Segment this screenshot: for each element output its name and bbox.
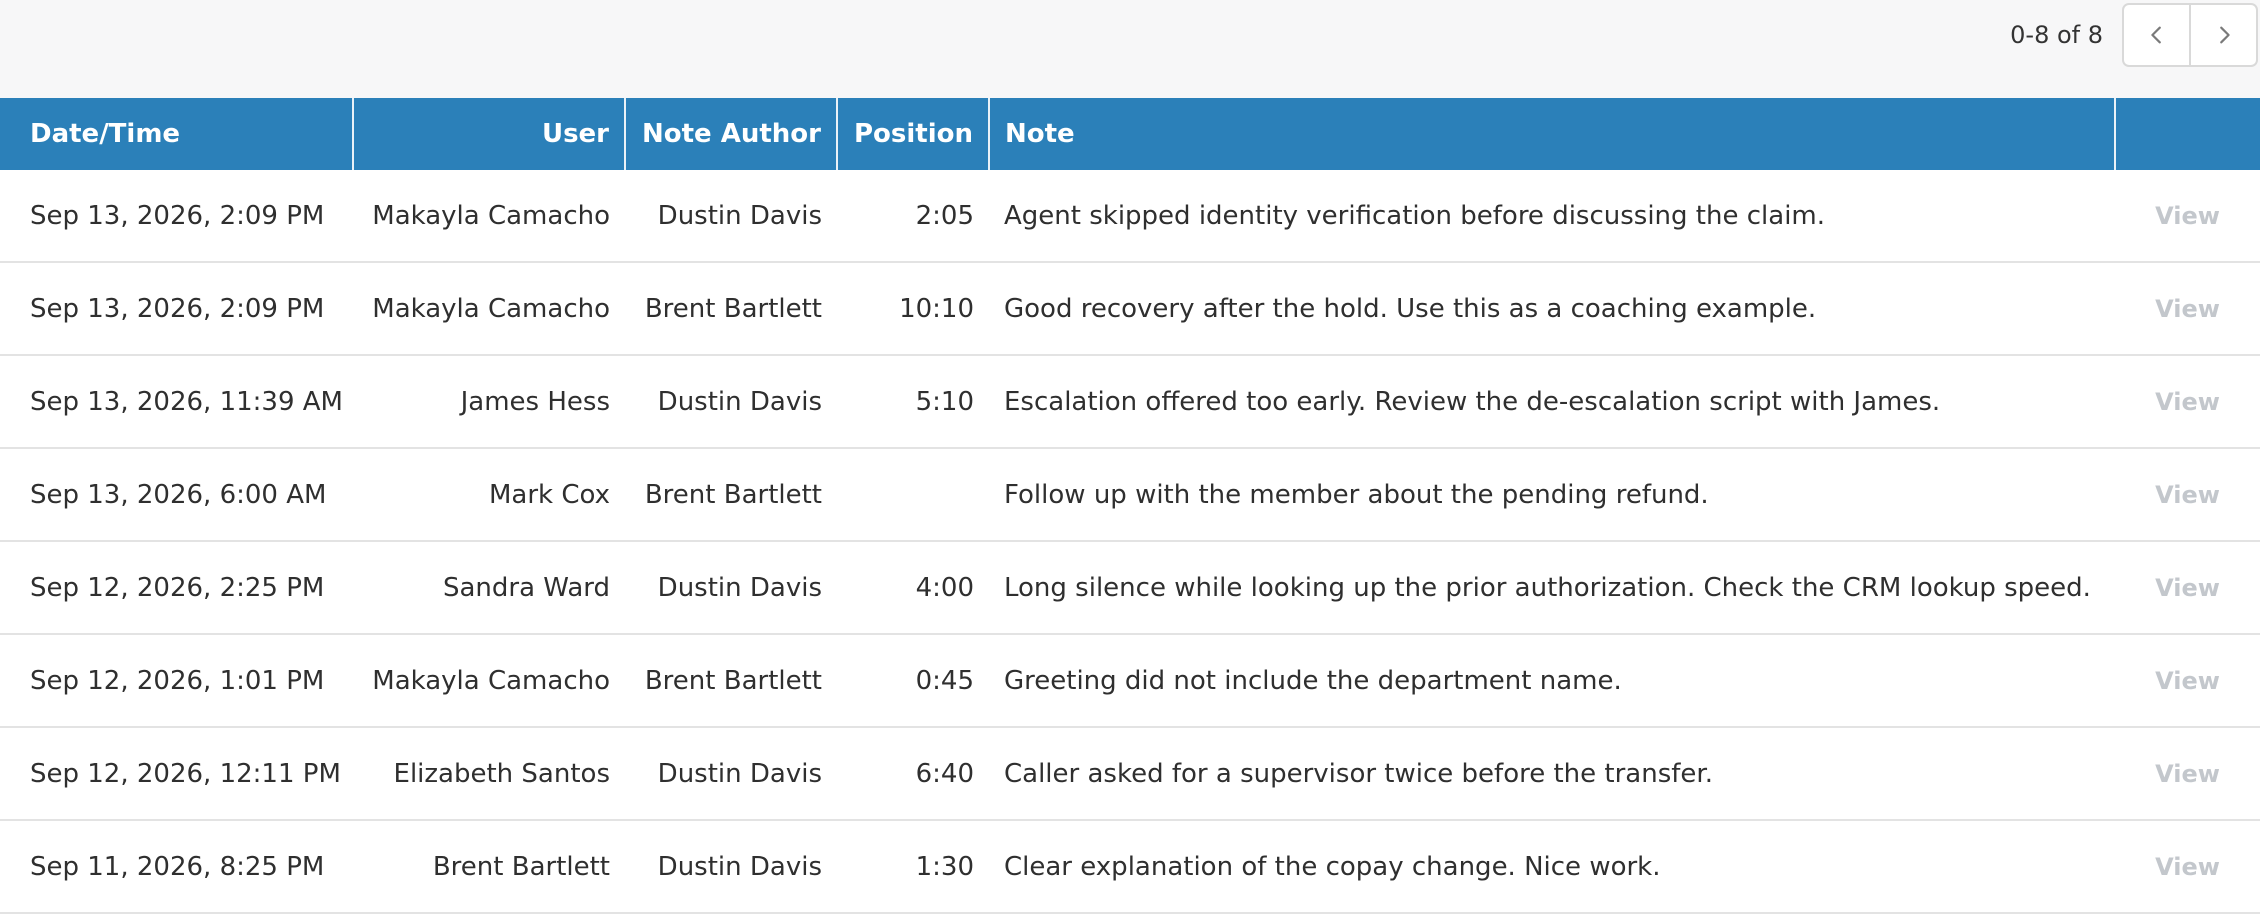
view-button[interactable]: View [2155,853,2220,881]
table-row: Sep 11, 2026, 8:25 PM Brent Bartlett Dus… [0,820,2260,914]
table-row: Sep 13, 2026, 6:00 AM Mark Cox Brent Bar… [0,448,2260,542]
cell-actions: View [2115,355,2260,449]
cell-note: Follow up with the member about the pend… [989,448,2115,542]
table-row: Sep 13, 2026, 11:39 AM James Hess Dustin… [0,355,2260,449]
cell-user: Makayla Camacho [353,262,625,356]
view-button[interactable]: View [2155,202,2220,230]
cell-actions: View [2115,448,2260,542]
pagination-range-label: 0-8 of 8 [2010,21,2103,49]
column-header-user[interactable]: User [353,98,626,170]
cell-datetime: Sep 13, 2026, 6:00 AM [0,448,353,542]
cell-position: 2:05 [837,170,989,263]
cell-note: Greeting did not include the department … [989,634,2115,728]
table-row: Sep 13, 2026, 2:09 PM Makayla Camacho Br… [0,262,2260,356]
notes-table: Date/Time User Note Author Position Note… [0,98,2260,914]
chevron-left-icon [2150,26,2161,44]
pagination: 0-8 of 8 [2010,3,2258,67]
cell-actions: View [2115,820,2260,914]
cell-user: Mark Cox [353,448,625,542]
table-row: Sep 12, 2026, 2:25 PM Sandra Ward Dustin… [0,541,2260,635]
cell-note: Long silence while looking up the prior … [989,541,2115,635]
view-button[interactable]: View [2155,295,2220,323]
view-button[interactable]: View [2155,760,2220,788]
cell-position [837,448,989,542]
cell-position: 5:10 [837,355,989,449]
next-page-button[interactable] [2189,5,2256,65]
cell-user: Sandra Ward [353,541,625,635]
cell-position: 1:30 [837,820,989,914]
cell-datetime: Sep 11, 2026, 8:25 PM [0,820,353,914]
view-button[interactable]: View [2155,667,2220,695]
cell-position: 10:10 [837,262,989,356]
table-row: Sep 12, 2026, 12:11 PM Elizabeth Santos … [0,727,2260,821]
cell-datetime: Sep 13, 2026, 2:09 PM [0,170,353,263]
cell-datetime: Sep 12, 2026, 2:25 PM [0,541,353,635]
view-button[interactable]: View [2155,574,2220,602]
cell-datetime: Sep 12, 2026, 12:11 PM [0,727,353,821]
cell-actions: View [2115,262,2260,356]
table-row: Sep 13, 2026, 2:09 PM Makayla Camacho Du… [0,170,2260,263]
cell-actions: View [2115,170,2260,263]
cell-note-author: Dustin Davis [625,355,837,449]
cell-note-author: Dustin Davis [625,541,837,635]
cell-note-author: Brent Bartlett [625,634,837,728]
cell-note: Escalation offered too early. Review the… [989,355,2115,449]
view-button[interactable]: View [2155,481,2220,509]
cell-note-author: Brent Bartlett [625,448,837,542]
cell-datetime: Sep 13, 2026, 11:39 AM [0,355,353,449]
cell-note: Clear explanation of the copay change. N… [989,820,2115,914]
pagination-buttons [2122,3,2258,67]
chevron-right-icon [2219,26,2230,44]
cell-user: Brent Bartlett [353,820,625,914]
cell-note: Caller asked for a supervisor twice befo… [989,727,2115,821]
view-button[interactable]: View [2155,388,2220,416]
cell-user: James Hess [353,355,625,449]
toolbar: 0-8 of 8 [0,0,2260,98]
cell-actions: View [2115,541,2260,635]
cell-datetime: Sep 13, 2026, 2:09 PM [0,262,353,356]
table-row: Sep 12, 2026, 1:01 PM Makayla Camacho Br… [0,634,2260,728]
column-header-note[interactable]: Note [989,98,2116,170]
cell-user: Makayla Camacho [353,170,625,263]
column-header-datetime[interactable]: Date/Time [0,98,354,170]
cell-note-author: Brent Bartlett [625,262,837,356]
table-header-row: Date/Time User Note Author Position Note [0,98,2260,170]
cell-note-author: Dustin Davis [625,727,837,821]
cell-position: 6:40 [837,727,989,821]
cell-datetime: Sep 12, 2026, 1:01 PM [0,634,353,728]
cell-position: 4:00 [837,541,989,635]
cell-actions: View [2115,727,2260,821]
cell-note: Good recovery after the hold. Use this a… [989,262,2115,356]
cell-user: Elizabeth Santos [353,727,625,821]
cell-note: Agent skipped identity verification befo… [989,170,2115,263]
cell-actions: View [2115,634,2260,728]
column-header-position[interactable]: Position [837,98,990,170]
previous-page-button[interactable] [2124,5,2189,65]
column-header-note-author[interactable]: Note Author [625,98,838,170]
cell-user: Makayla Camacho [353,634,625,728]
cell-note-author: Dustin Davis [625,170,837,263]
cell-position: 0:45 [837,634,989,728]
column-header-actions [2115,98,2260,170]
table-body: Sep 13, 2026, 2:09 PM Makayla Camacho Du… [0,170,2260,914]
cell-note-author: Dustin Davis [625,820,837,914]
